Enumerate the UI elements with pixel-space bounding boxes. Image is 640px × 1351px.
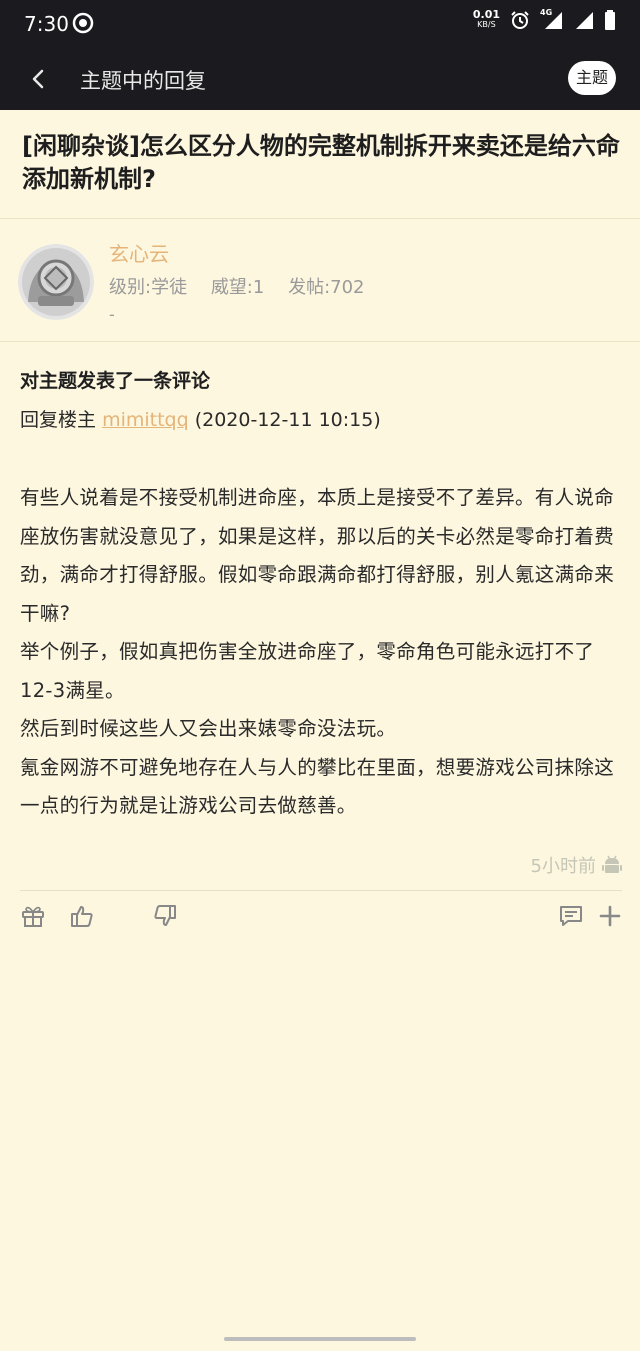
- comment-paragraph: 然后到时候这些人又会出来婊零命没法玩。: [20, 717, 397, 740]
- comment-heading: 对主题发表了一条评论: [20, 370, 211, 392]
- plus-icon[interactable]: [597, 903, 623, 929]
- author-stats: 级别:学徒 威望:1 发帖:702: [109, 273, 381, 299]
- topic-button[interactable]: 主题: [568, 61, 616, 95]
- author-level: 级别:学徒: [109, 277, 188, 298]
- comment-icon[interactable]: [558, 903, 584, 929]
- signal-4g-icon: 4G: [540, 8, 564, 30]
- app-bar: 主题中的回复 主题: [0, 48, 640, 110]
- author-posts: 发帖:702: [288, 277, 365, 298]
- reply-time: (2020-12-11 10:15): [194, 409, 381, 431]
- time-ago: 5小时前: [530, 856, 596, 877]
- net-speed-unit: KB/S: [477, 20, 496, 29]
- status-right-group: 0.01 KB/S 4G: [473, 8, 616, 30]
- page-title: 主题中的回复: [80, 69, 206, 93]
- comment-paragraph: 举个例子，假如真把伤害全放进命座了，零命角色可能永远打不了12-3满星。: [20, 640, 595, 702]
- avatar[interactable]: [18, 244, 94, 320]
- gift-icon[interactable]: [20, 903, 46, 929]
- reply-prefix: 回复楼主: [20, 409, 97, 431]
- android-icon: [602, 855, 622, 873]
- status-time: 7:30: [24, 12, 69, 36]
- thumbs-up-icon[interactable]: [69, 903, 95, 929]
- author-prestige: 威望:1: [210, 277, 265, 298]
- back-icon[interactable]: [24, 64, 54, 94]
- author-divider: [0, 341, 640, 342]
- status-bar: 7:30 0.01 KB/S 4G: [0, 0, 640, 48]
- notification-app-icon: [72, 12, 94, 34]
- thumbs-down-icon[interactable]: [152, 903, 178, 929]
- net-speed: 0.01 KB/S: [473, 9, 500, 30]
- author-name[interactable]: 玄心云: [109, 238, 169, 267]
- reply-line: 回复楼主 mimittqq (2020-12-11 10:15): [20, 405, 381, 432]
- reply-user-link[interactable]: mimittqq: [102, 409, 189, 431]
- action-divider: [20, 890, 622, 891]
- title-divider: [0, 218, 640, 219]
- comment-paragraph: 氪金网游不可避免地存在人与人的攀比在里面，想要游戏公司抹除这一点的行为就是让游戏…: [20, 755, 615, 818]
- comment-meta: 5小时前: [531, 852, 622, 878]
- alarm-icon: [511, 11, 529, 29]
- post-title: [闲聊杂谈]怎么区分人物的完整机制拆开来卖还是给六命添加新机制?: [22, 132, 620, 193]
- author-signature: -: [109, 305, 115, 324]
- comment-paragraph: 有些人说着是不接受机制进命座，本质上是接受不了差异。有人说命座放伤害就没意见了，…: [20, 486, 615, 625]
- comment-body: 有些人说着是不接受机制进命座，本质上是接受不了差异。有人说命座放伤害就没意见了，…: [20, 479, 622, 826]
- home-indicator[interactable]: [224, 1337, 416, 1341]
- battery-icon: [605, 10, 615, 30]
- signal-icon: [576, 12, 593, 29]
